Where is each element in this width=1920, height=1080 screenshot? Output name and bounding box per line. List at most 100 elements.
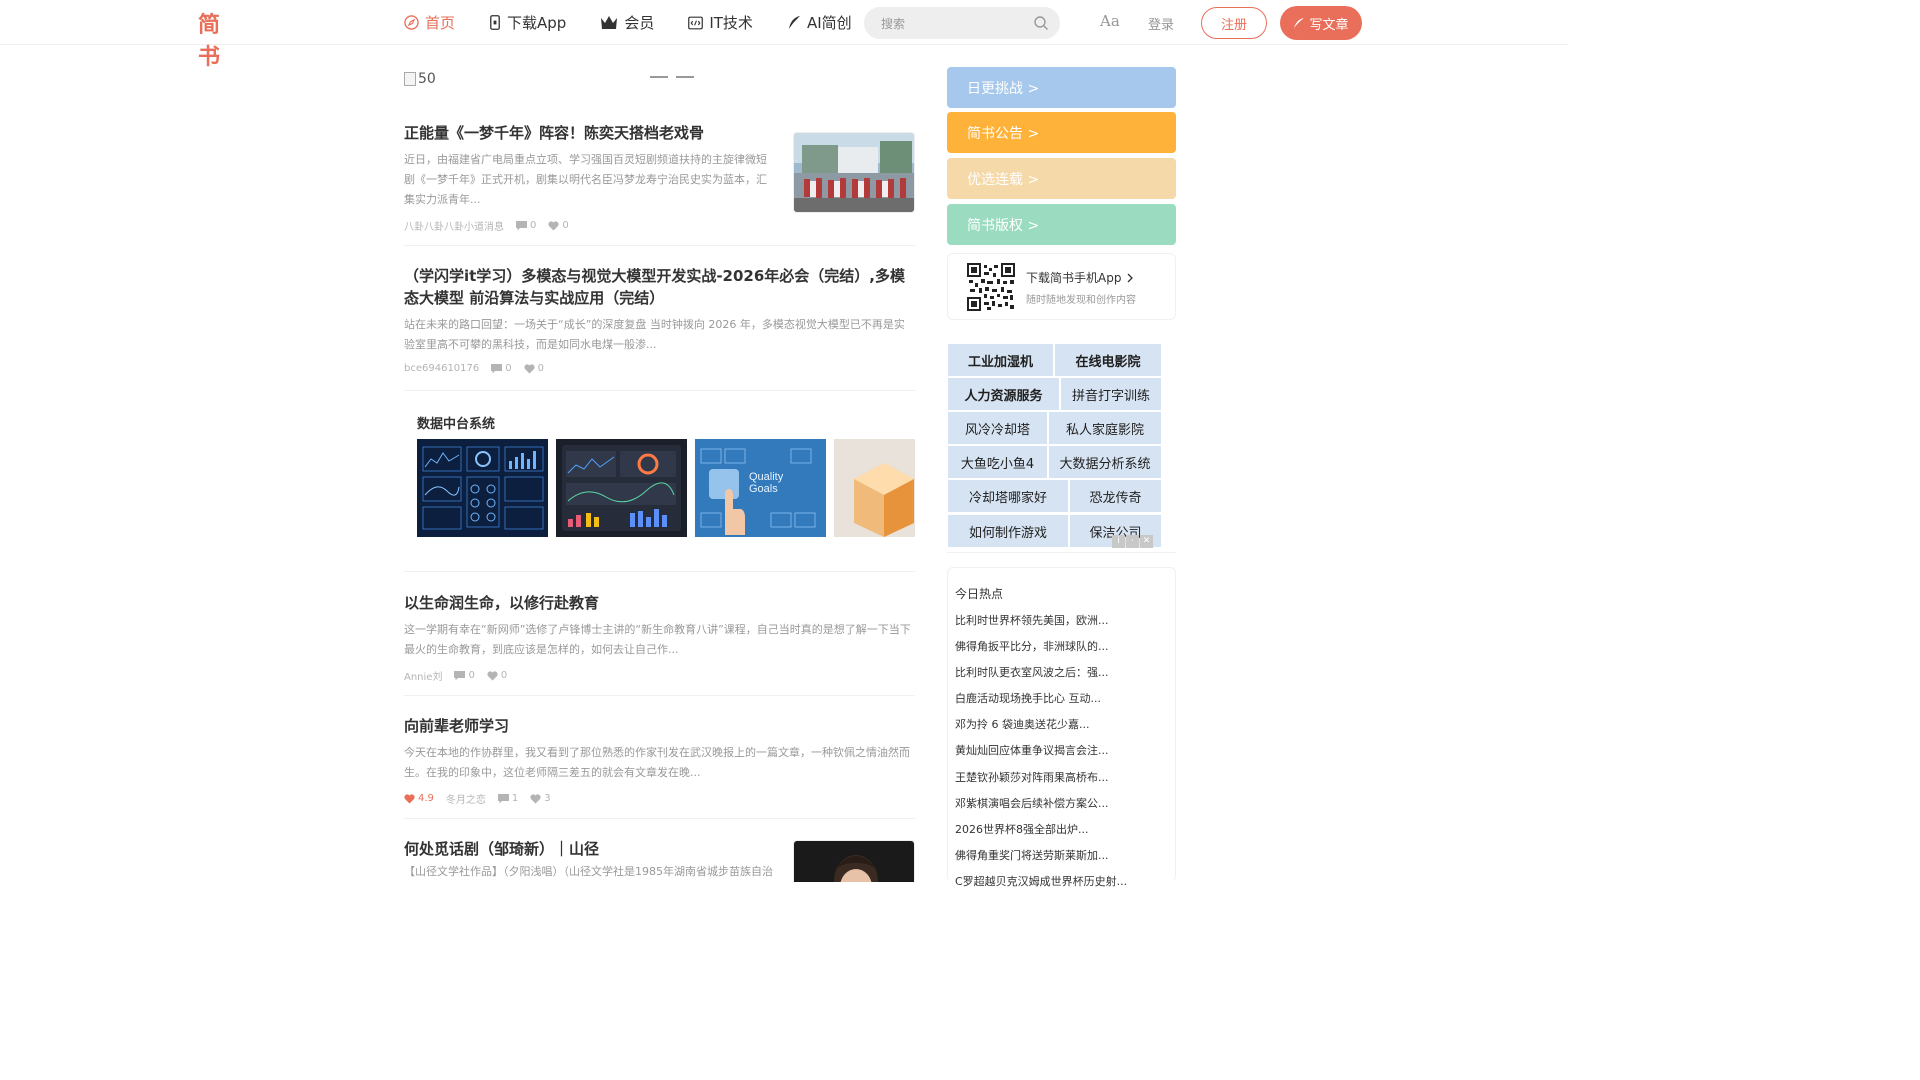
hot-item[interactable]: 比利时世界杯领先美国，欧洲...	[955, 613, 1170, 639]
comment-count[interactable]: 0	[454, 670, 475, 681]
nav-it-tech[interactable]: IT技术	[688, 12, 753, 33]
today-hot-list: 比利时世界杯领先美国，欧洲... 佛得角扳平比分，非洲球队的... 比利时队更衣…	[955, 613, 1170, 900]
chevron-right-icon	[1127, 273, 1134, 282]
ad-controls: i · ✕	[1112, 535, 1154, 548]
ad-tag[interactable]: 在线电影院	[1055, 344, 1161, 376]
ad-image-quality-goals[interactable]: Quality Goals	[695, 439, 826, 537]
article-title[interactable]: 以生命润生命，以修行赴教育	[404, 592, 915, 614]
ad-close-icon[interactable]: ✕	[1140, 535, 1153, 548]
article-title[interactable]: 正能量《一梦千年》阵容！陈奕天搭档老戏骨	[404, 122, 776, 144]
like-count-value: 0	[500, 670, 508, 681]
article-meta: Annie刘 0 0	[404, 668, 915, 683]
hot-item[interactable]: 黄灿灿回应体重争议揭言会注...	[955, 743, 1170, 769]
comment-count[interactable]: 0	[516, 220, 536, 231]
sidebar-serial[interactable]: 优选连载 >	[947, 158, 1176, 199]
article-item: 以生命润生命，以修行赴教育 这一学期有幸在“新网师”选修了卢锋博士主讲的“新生命…	[404, 592, 915, 696]
ad-block[interactable]: 数据中台系统 Quality Goals	[404, 391, 915, 572]
download-app-title-text: 下载简书手机App	[1026, 271, 1122, 285]
like-count-value: 0	[562, 220, 569, 231]
article-thumbnail[interactable]	[793, 132, 915, 213]
ad-feedback-icon[interactable]: ·	[1126, 535, 1139, 548]
search-icon[interactable]	[1033, 15, 1049, 31]
article-item: 何处觅话剧（邹琦新）｜山径 【山径文学社作品】（夕阳浅唱）（山径文学社是1985…	[404, 838, 915, 882]
article-title[interactable]: 向前辈老师学习	[404, 715, 915, 737]
ad-tag[interactable]: 工业加湿机	[948, 344, 1053, 376]
article-title[interactable]: （学闪学it学习）多模态与视觉大模型开发实战-2026年必会（完结）,多模态大模…	[404, 265, 915, 309]
comment-icon	[497, 793, 509, 803]
ad-tag[interactable]: 恐龙传奇	[1070, 480, 1161, 512]
nav-member-label: 会员	[624, 14, 655, 32]
hot-item[interactable]: 邓紫棋演唱会后续补偿方案公...	[955, 796, 1170, 822]
ad-tag-grid: 工业加湿机 在线电影院 人力资源服务 拼音打字训练 风冷冷却塔 私人家庭影院 大…	[947, 343, 1176, 553]
nav-ai-create[interactable]: AI简创	[787, 12, 852, 33]
download-app-subtitle: 随时随地发现和创作内容	[1026, 295, 1136, 306]
ad-tag[interactable]: 大鱼吃小鱼4	[948, 446, 1047, 478]
ad-tag[interactable]: 风冷冷却塔	[948, 412, 1047, 444]
ad-image-dashboard-2[interactable]	[556, 439, 687, 537]
ad-image-cube[interactable]	[834, 439, 915, 537]
ad-tag[interactable]: 人力资源服务	[948, 378, 1059, 410]
ad-tag[interactable]: 如何制作游戏	[948, 515, 1068, 547]
sidebar-daily-challenge[interactable]: 日更挑战 >	[947, 67, 1176, 108]
signup-button[interactable]: 注册	[1201, 7, 1267, 39]
comment-count[interactable]: 0	[491, 363, 512, 374]
article-abstract: 今天在本地的作协群里，我又看到了那位熟悉的作家刊发在武汉晚报上的一篇文章，一种钦…	[404, 746, 910, 779]
comment-icon	[491, 363, 503, 373]
article-author[interactable]: Annie刘	[404, 668, 442, 683]
font-size-toggle[interactable]: Aa	[1100, 12, 1120, 30]
sidebar-copyright[interactable]: 简书版权 >	[947, 204, 1176, 245]
banner-image[interactable]: 50	[404, 71, 436, 87]
hot-item[interactable]: 白鹿活动现场挽手比心 互动...	[955, 691, 1170, 717]
write-label: 写文章	[1309, 17, 1349, 33]
hot-item[interactable]: C罗超越贝克汉姆成世界杯历史射...	[955, 874, 1170, 900]
article-title[interactable]: 何处觅话剧（邹琦新）｜山径	[404, 838, 776, 860]
ad-tag[interactable]: 冷却塔哪家好	[948, 480, 1068, 512]
like-count: 0	[524, 363, 544, 374]
login-link[interactable]: 登录	[1148, 14, 1174, 33]
article-author[interactable]: 八卦八卦八卦小道消息	[404, 218, 504, 233]
heart-icon	[548, 220, 559, 230]
nav-home[interactable]: 首页	[404, 12, 455, 33]
carousel-dot[interactable]	[676, 76, 694, 78]
comment-count[interactable]: 1	[497, 793, 518, 804]
carousel-dots	[650, 76, 702, 78]
hot-item[interactable]: 佛得角扳平比分，非洲球队的...	[955, 639, 1170, 665]
ad-title[interactable]: 数据中台系统	[417, 413, 495, 432]
ad-image-dashboard-1[interactable]	[417, 439, 548, 537]
ad-tag[interactable]: 私人家庭影院	[1049, 412, 1161, 444]
like-count-value: 0	[537, 363, 545, 374]
hot-item[interactable]: 2026世界杯8强全部出炉...	[955, 822, 1170, 848]
article-author[interactable]: bce694610176	[404, 363, 479, 374]
like-count: 0	[548, 220, 569, 231]
nav-download-app[interactable]: 下载App	[489, 12, 566, 33]
ad-image-caption: Quality Goals	[749, 471, 784, 495]
ad-info-icon[interactable]: i	[1112, 535, 1125, 548]
download-app-box[interactable]: 下载简书手机App 随时随地发现和创作内容	[947, 253, 1176, 320]
like-count: 0	[487, 670, 507, 681]
hot-item[interactable]: 比利时队更衣室风波之后：强...	[955, 665, 1170, 691]
download-app-title: 下载简书手机App	[1026, 269, 1135, 286]
qr-code-icon	[967, 263, 1015, 311]
hot-item[interactable]: 王楚钦孙颖莎对阵雨果高桥布...	[955, 770, 1170, 796]
thumbnail-image-1	[794, 133, 914, 212]
article-abstract: 这一学期有幸在“新网师”选修了卢锋博士主讲的“新生命教育八讲”课程，自己当时真的…	[404, 623, 911, 656]
ad-tag[interactable]: 拼音打字训练	[1061, 378, 1161, 410]
write-article-button[interactable]: 写文章	[1280, 6, 1362, 40]
hot-item[interactable]: 佛得角重奖门将送劳斯莱斯加...	[955, 848, 1170, 874]
comment-icon	[454, 670, 466, 680]
code-icon	[688, 16, 704, 29]
comment-icon	[516, 220, 527, 230]
hot-item[interactable]: 邓为拎 6 袋迪奥送花少嘉...	[955, 717, 1170, 743]
ad-tag[interactable]: 大数据分析系统	[1049, 446, 1161, 478]
ad-image-strip: Quality Goals	[417, 439, 915, 537]
search-input[interactable]	[881, 14, 1031, 34]
sidebar-announcement[interactable]: 简书公告 >	[947, 112, 1176, 153]
article-thumbnail[interactable]	[793, 840, 915, 882]
logo-link[interactable]: 简书	[196, 0, 242, 70]
compass-icon	[404, 15, 419, 30]
logo: 简书	[198, 13, 222, 70]
article-author[interactable]: 冬月之恋	[446, 791, 486, 806]
diamond-icon	[404, 793, 415, 803]
nav-member[interactable]: 会员	[600, 12, 654, 33]
carousel-dot[interactable]	[650, 76, 668, 78]
